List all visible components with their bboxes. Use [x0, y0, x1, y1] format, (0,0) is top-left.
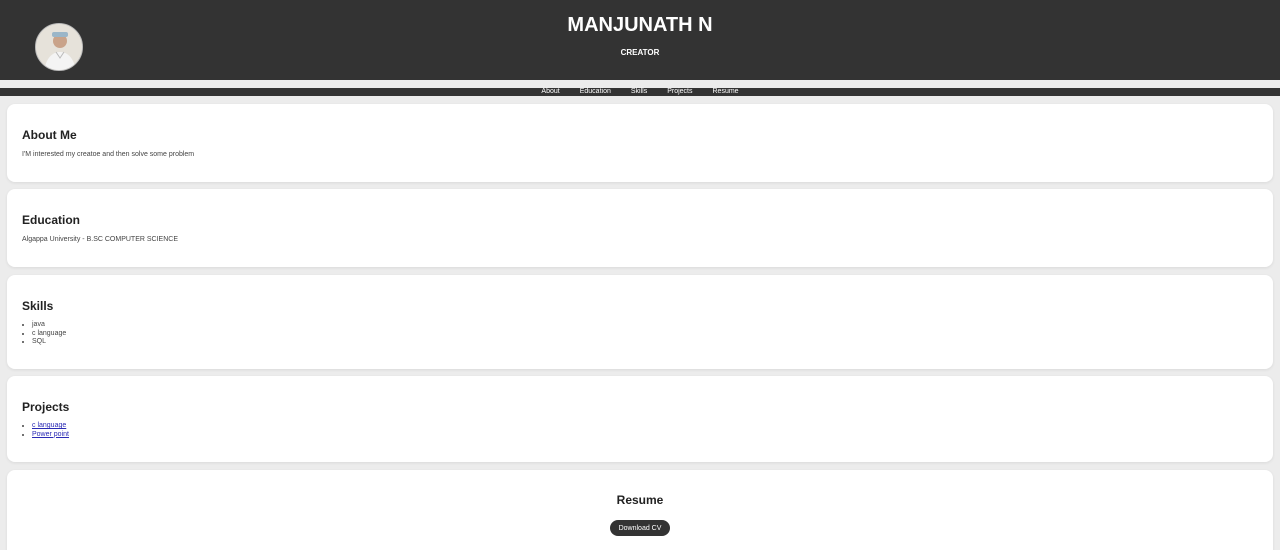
about-heading: About Me	[22, 128, 77, 142]
list-item: Power point	[32, 431, 69, 440]
education-text: Algappa University - B.SC COMPUTER SCIEN…	[22, 236, 178, 243]
list-item: SQL	[32, 338, 66, 347]
nav-link-projects[interactable]: Projects	[667, 88, 692, 96]
project-link[interactable]: Power point	[32, 431, 69, 438]
projects-list: c language Power point	[32, 422, 69, 439]
resume-section: Resume Download CV	[7, 470, 1273, 550]
skills-heading: Skills	[22, 299, 54, 313]
about-section: About Me I'M interested my creatoe and t…	[7, 104, 1273, 182]
resume-heading: Resume	[616, 493, 664, 507]
list-item: java	[32, 321, 66, 330]
main-nav: About Education Skills Projects Resume	[0, 88, 1280, 96]
education-heading: Education	[22, 213, 81, 227]
nav-link-about[interactable]: About	[541, 88, 559, 96]
skills-section: Skills java c language SQL	[7, 275, 1273, 369]
header-divider	[0, 80, 1280, 88]
site-header: MANJUNATH N CREATOR	[0, 0, 1280, 80]
list-item: c language	[32, 330, 66, 339]
nav-link-education[interactable]: Education	[580, 88, 611, 96]
skills-list: java c language SQL	[32, 321, 66, 347]
list-item: c language	[32, 422, 69, 431]
page-title: MANJUNATH N	[567, 14, 713, 36]
project-link[interactable]: c language	[32, 422, 66, 429]
nav-link-resume[interactable]: Resume	[713, 88, 739, 96]
projects-heading: Projects	[22, 400, 70, 414]
about-text: I'M interested my creatoe and then solve…	[22, 151, 195, 158]
education-section: Education Algappa University - B.SC COMP…	[7, 189, 1273, 267]
projects-section: Projects c language Power point	[7, 376, 1273, 462]
download-cv-button[interactable]: Download CV	[610, 520, 670, 536]
nav-link-skills[interactable]: Skills	[631, 88, 647, 96]
page-subtitle: CREATOR	[620, 48, 660, 57]
